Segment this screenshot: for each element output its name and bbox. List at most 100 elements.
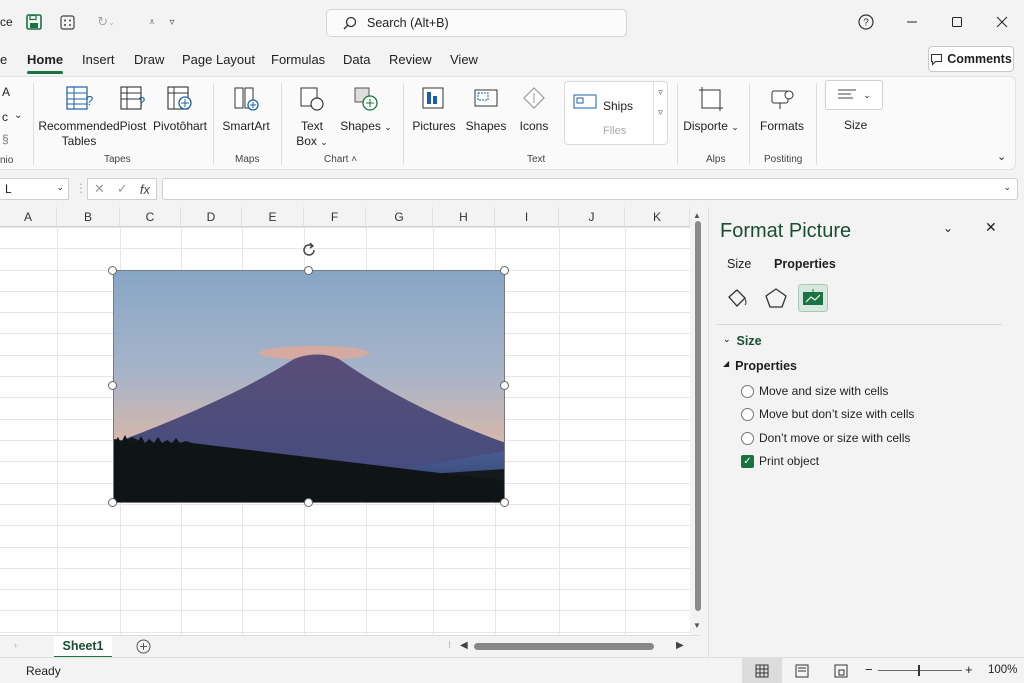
- vertical-scrollbar[interactable]: ▲ ▼: [691, 207, 705, 635]
- radio-button[interactable]: [741, 407, 754, 421]
- help-icon[interactable]: ?: [852, 10, 880, 34]
- checkbox-checked[interactable]: ✓: [741, 454, 754, 468]
- text-box-button[interactable]: Text Box ⌄: [290, 83, 334, 150]
- vertical-scroll-thumb[interactable]: [695, 221, 701, 611]
- resize-handle-bottom-right[interactable]: [500, 498, 509, 507]
- fill-line-icon[interactable]: [725, 287, 749, 309]
- tab-split-icon[interactable]: ⁝: [448, 640, 451, 651]
- scroll-up-icon[interactable]: ▲: [693, 211, 701, 220]
- option-move-dont-size[interactable]: Move but don’t size with cells: [741, 407, 914, 421]
- properties-section-header[interactable]: ◢ Properties: [723, 359, 797, 373]
- selected-picture[interactable]: [113, 270, 505, 503]
- option-dont-move-or-size[interactable]: Don’t move or size with cells: [741, 431, 910, 445]
- resize-handle-right[interactable]: [500, 381, 509, 390]
- tab-review[interactable]: Review: [389, 52, 432, 67]
- tab-home[interactable]: Home: [27, 52, 63, 67]
- column-header[interactable]: B: [57, 207, 120, 227]
- radio-button[interactable]: [741, 384, 754, 398]
- resize-handle-top[interactable]: [304, 266, 313, 275]
- zoom-out-icon[interactable]: −: [865, 662, 873, 677]
- save-icon[interactable]: [24, 12, 44, 32]
- radio-button[interactable]: [741, 431, 754, 445]
- pictures-button[interactable]: Pictures: [410, 83, 458, 134]
- column-header[interactable]: E: [242, 207, 304, 227]
- tab-draw[interactable]: Draw: [134, 52, 164, 67]
- pane-divider: [717, 324, 1002, 325]
- collapse-ribbon-icon[interactable]: ⌄: [997, 150, 1006, 163]
- formula-input[interactable]: ⌄: [162, 178, 1018, 200]
- tab-file[interactable]: e: [0, 52, 7, 67]
- column-header[interactable]: K: [625, 207, 690, 227]
- chevron-down-icon[interactable]: ⌄: [1003, 182, 1011, 193]
- column-header[interactable]: F: [304, 207, 366, 227]
- shapes-gallery-button[interactable]: Shapes: [464, 83, 508, 134]
- smartart-button[interactable]: SmartArt: [219, 83, 273, 134]
- enter-icon[interactable]: ✓: [117, 181, 128, 197]
- cancel-icon[interactable]: ✕: [94, 181, 105, 197]
- tab-formulas[interactable]: Formulas: [271, 52, 325, 67]
- resize-handle-bottom-left[interactable]: [108, 498, 117, 507]
- column-header[interactable]: C: [120, 207, 181, 227]
- search-box[interactable]: Search (Alt+B): [326, 9, 627, 37]
- size-dropdown[interactable]: ⌄: [825, 80, 883, 110]
- tab-properties[interactable]: Properties: [774, 257, 836, 271]
- close-pane-icon[interactable]: ✕: [985, 219, 997, 236]
- tab-size[interactable]: Size: [727, 257, 751, 271]
- column-header[interactable]: G: [366, 207, 433, 227]
- recommended-tables-button[interactable]: ? Recommended Tables: [38, 83, 120, 149]
- icons-button[interactable]: Icons: [515, 83, 553, 134]
- tab-page-layout[interactable]: Page Layout: [182, 52, 255, 67]
- column-header[interactable]: D: [181, 207, 242, 227]
- option-move-and-size[interactable]: Move and size with cells: [741, 384, 888, 398]
- tab-data[interactable]: Data: [343, 52, 370, 67]
- page-layout-view-icon[interactable]: [795, 664, 809, 678]
- shapes-button[interactable]: Shapes ⌄: [338, 83, 394, 135]
- pane-options-chevron-icon[interactable]: ⌄: [943, 221, 953, 235]
- customize-qat-icon[interactable]: ⩡: [142, 12, 162, 32]
- effects-icon[interactable]: [764, 287, 788, 309]
- rotate-handle-icon[interactable]: [300, 241, 318, 259]
- scroll-left-icon[interactable]: ◀: [460, 640, 468, 651]
- zoom-slider-track[interactable]: [878, 670, 962, 671]
- scroll-sheets-icon[interactable]: ›: [14, 640, 17, 650]
- page-break-view-icon[interactable]: [834, 664, 848, 678]
- tab-insert[interactable]: Insert: [82, 52, 115, 67]
- resize-handle-bottom[interactable]: [304, 498, 313, 507]
- scroll-right-icon[interactable]: ▶: [676, 640, 684, 651]
- close-window-button[interactable]: [988, 10, 1016, 34]
- comments-button[interactable]: Comments: [928, 46, 1014, 72]
- scroll-down-icon[interactable]: ▼: [693, 621, 701, 630]
- redo-icon[interactable]: ↻ ⌄: [92, 12, 120, 32]
- column-header[interactable]: J: [559, 207, 625, 227]
- horizontal-scroll-thumb[interactable]: [474, 643, 654, 650]
- ribbon-tabs: e Home Insert Draw Page Layout Formulas …: [0, 44, 1024, 74]
- size-properties-icon[interactable]: [798, 284, 828, 312]
- insert-function-icon[interactable]: fx: [140, 182, 150, 197]
- more-commands-icon[interactable]: ▿: [162, 12, 182, 32]
- column-header[interactable]: I: [495, 207, 559, 227]
- option-print-object[interactable]: ✓ Print object: [741, 454, 819, 468]
- styles-gallery[interactable]: Ships Flles ▿ ▿: [564, 81, 668, 145]
- resize-handle-top-left[interactable]: [108, 266, 117, 275]
- calculator-icon[interactable]: [57, 12, 77, 32]
- normal-view-icon[interactable]: [742, 658, 782, 683]
- zoom-level[interactable]: 100%: [988, 664, 1017, 676]
- resize-handle-top-right[interactable]: [500, 266, 509, 275]
- sheet-tab-active[interactable]: Sheet1: [54, 636, 112, 658]
- gallery-scroll[interactable]: ▿ ▿: [653, 82, 667, 144]
- size-section-header[interactable]: ⌄ Size: [723, 334, 762, 348]
- pivot-table-button[interactable]: ? Piost: [115, 83, 151, 134]
- maximize-button[interactable]: [943, 10, 971, 34]
- minimize-button[interactable]: [898, 10, 926, 34]
- column-header[interactable]: H: [433, 207, 495, 227]
- formats-button[interactable]: Formats: [757, 83, 807, 134]
- add-sheet-icon[interactable]: [136, 639, 151, 654]
- resize-handle-left[interactable]: [108, 381, 117, 390]
- disporte-button[interactable]: Disporte ⌄: [683, 83, 739, 135]
- pivot-chart-button[interactable]: Pivotôhart: [150, 83, 210, 134]
- name-box[interactable]: L ⌄: [0, 178, 69, 200]
- zoom-in-icon[interactable]: +: [965, 662, 973, 677]
- zoom-slider-thumb[interactable]: [918, 665, 920, 676]
- column-header[interactable]: A: [0, 207, 57, 227]
- tab-view[interactable]: View: [450, 52, 478, 67]
